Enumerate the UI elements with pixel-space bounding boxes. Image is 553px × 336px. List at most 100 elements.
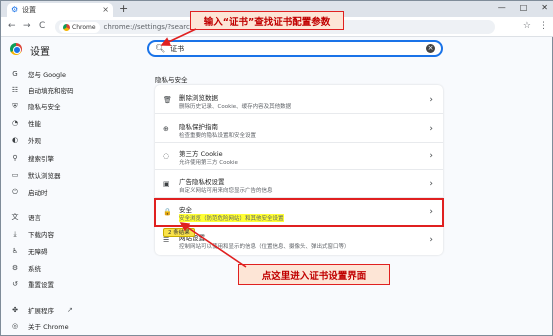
settings-search-input[interactable]: 🔍︎ 证书 ×	[147, 40, 443, 57]
window-controls: — □ ✕	[498, 3, 548, 13]
tab-title: 设置	[22, 6, 36, 14]
tab-settings[interactable]: ⚙ 设置 ×	[7, 3, 113, 17]
row-privacy-guide[interactable]: ⊕ 隐私保护指南 检查重要的隐私设置和安全设置 ›	[155, 116, 443, 143]
row-title: 删除浏览数据	[179, 94, 218, 102]
sidebar-item-privacy[interactable]: ⛨ 隐私与安全	[11, 101, 61, 112]
tab-close-icon[interactable]: ×	[102, 6, 109, 14]
gear-icon: ⚙	[11, 5, 19, 14]
search-icon: 🔍︎	[155, 44, 166, 53]
row-title: 第三方 Cookie	[179, 150, 223, 158]
sidebar-item-label: 性能	[28, 120, 41, 128]
sidebar-item-about[interactable]: ◎ 关于 Chrome	[11, 321, 69, 331]
sidebar-item-extensions[interactable]: ✤ 扩展程序 ↗	[11, 305, 73, 315]
chevron-right-icon: ›	[429, 124, 433, 134]
chevron-right-icon: ›	[429, 179, 433, 189]
minimize-button[interactable]: —	[498, 3, 506, 13]
annotation-top: 输入“证书”查找证书配置参数	[190, 11, 344, 30]
trash-icon: 🗑	[163, 96, 172, 104]
puzzle-icon: ✤	[12, 306, 18, 314]
sidebar-item-label: 外观	[28, 137, 41, 145]
sidebar-item-label: 下载内容	[28, 231, 54, 239]
speedometer-icon: ◔	[11, 119, 19, 127]
chevron-right-icon: ›	[429, 151, 433, 161]
section-title: 隐私与安全	[155, 76, 188, 84]
close-window-button[interactable]: ✕	[541, 3, 548, 13]
row-desc: 自定义网站可用来向您显示广告的信息	[179, 188, 273, 194]
row-desc: 允许使用第三方 Cookie	[179, 160, 238, 166]
back-button[interactable]: ←	[8, 21, 16, 32]
sidebar-item-label: 隐私与安全	[28, 103, 61, 111]
sidebar-item-downloads[interactable]: ⤓ 下载内容	[11, 229, 54, 240]
row-desc: 检查重要的隐私设置和安全设置	[179, 133, 257, 139]
sidebar-item-accessibility[interactable]: ♿ 无障碍	[11, 246, 48, 256]
external-link-icon: ↗	[67, 306, 73, 314]
sidebar-item-default-browser[interactable]: ▭ 默认浏览器	[11, 170, 61, 180]
sidebar-item-autofill[interactable]: ☷ 自动填充和密码	[11, 85, 74, 95]
sidebar-item-on-startup[interactable]: ⏻ 启动时	[11, 187, 48, 198]
toolbar-actions: ☆ ⋮	[523, 21, 548, 32]
page-title: 设置	[30, 47, 50, 58]
annotation-bottom: 点这里进入证书设置界面	[238, 264, 390, 285]
row-desc: 控制网站可以使用和显示的信息（位置信息、摄像头、弹出式窗口等）	[179, 244, 350, 250]
row-ad-privacy[interactable]: ▣ 广告隐私权设置 自定义网站可用来向您显示广告的信息 ›	[155, 171, 443, 198]
download-icon: ⤓	[13, 229, 17, 238]
search-result-bubble: 2 条结果	[163, 228, 195, 237]
sidebar-item-label: 系统	[28, 265, 41, 273]
sidebar-item-label: 语言	[28, 214, 41, 222]
ad-icon: ▣	[163, 180, 170, 188]
privacy-card: 🗑 删除浏览数据 删除历史记录、Cookie、缓存内容及其他数据 › ⊕ 隐私保…	[154, 85, 444, 255]
sidebar-item-search-engine[interactable]: ⚲ 搜索引擎	[11, 153, 54, 163]
row-site-settings[interactable]: ☰ 网站设置 控制网站可以使用和显示的信息（位置信息、摄像头、弹出式窗口等） ›	[155, 227, 443, 254]
sidebar-item-label: 默认浏览器	[28, 172, 61, 180]
sidebar-item-google[interactable]: G 您与 Google	[11, 69, 66, 79]
shield-icon: ⛨	[12, 101, 18, 110]
row-desc: 安全浏览（防范危险网站）和其他安全设置	[179, 214, 284, 222]
power-icon: ⏻	[12, 187, 18, 196]
clear-search-icon[interactable]: ×	[426, 44, 435, 53]
lock-icon: 🔒	[163, 208, 172, 216]
reload-button[interactable]: C	[39, 21, 45, 32]
browser-icon: ▭	[11, 171, 19, 179]
row-title: 隐私保护指南	[179, 123, 218, 131]
wrench-icon: ⚙	[11, 264, 19, 272]
sidebar-item-label: 搜索引擎	[28, 155, 54, 163]
chrome-logo-icon	[63, 23, 70, 31]
privacy-guide-icon: ⊕	[163, 125, 169, 133]
forward-button[interactable]: →	[23, 21, 31, 32]
sidebar-item-label: 启动时	[28, 189, 48, 197]
sidebar-item-appearance[interactable]: ◐ 外观	[11, 135, 41, 145]
maximize-button[interactable]: □	[520, 3, 528, 13]
language-icon: 文	[11, 213, 19, 221]
cookie-icon: ◌	[163, 152, 170, 160]
sidebar-item-system[interactable]: ⚙ 系统	[11, 263, 41, 273]
chip-label: Chrome	[72, 23, 96, 31]
new-tab-button[interactable]: +	[119, 3, 128, 15]
menu-icon[interactable]: ⋮	[539, 21, 548, 32]
row-security[interactable]: 🔒 安全 安全浏览（防范危险网站）和其他安全设置 ›	[154, 198, 444, 227]
sidebar-item-performance[interactable]: ◔ 性能	[11, 118, 41, 128]
sidebar-item-label: 自动填充和密码	[28, 87, 74, 95]
site-info-chip[interactable]: Chrome	[59, 21, 100, 33]
google-icon: G	[12, 70, 18, 78]
search-value[interactable]: 证书	[170, 44, 421, 54]
reset-icon: ↺	[12, 280, 18, 288]
sidebar-item-reset[interactable]: ↺ 重置设置	[11, 279, 54, 289]
accessibility-icon: ♿	[11, 247, 19, 255]
chevron-right-icon: ›	[429, 235, 433, 245]
search-icon: ⚲	[12, 154, 18, 162]
chevron-right-icon: ›	[429, 207, 433, 217]
browser-window: ⚙ 设置 × + — □ ✕ ← → C Chrome chrome://set…	[0, 0, 553, 336]
chevron-right-icon: ›	[429, 95, 433, 105]
bookmark-star-icon[interactable]: ☆	[523, 21, 531, 32]
row-clear-browsing-data[interactable]: 🗑 删除浏览数据 删除历史记录、Cookie、缓存内容及其他数据 ›	[155, 87, 443, 114]
sidebar-item-label: 关于 Chrome	[28, 323, 69, 331]
sidebar-item-languages[interactable]: 文 语言	[11, 212, 42, 222]
site-settings-icon: ☰	[163, 236, 170, 244]
chrome-icon: ◎	[11, 322, 19, 330]
row-third-party-cookies[interactable]: ◌ 第三方 Cookie 允许使用第三方 Cookie ›	[155, 143, 443, 170]
sidebar-item-label: 您与 Google	[28, 71, 66, 79]
sidebar-item-label: 无障碍	[28, 248, 48, 256]
sidebar-item-label: 扩展程序	[28, 307, 54, 315]
autofill-icon: ☷	[11, 86, 19, 94]
row-title: 广告隐私权设置	[179, 178, 225, 186]
